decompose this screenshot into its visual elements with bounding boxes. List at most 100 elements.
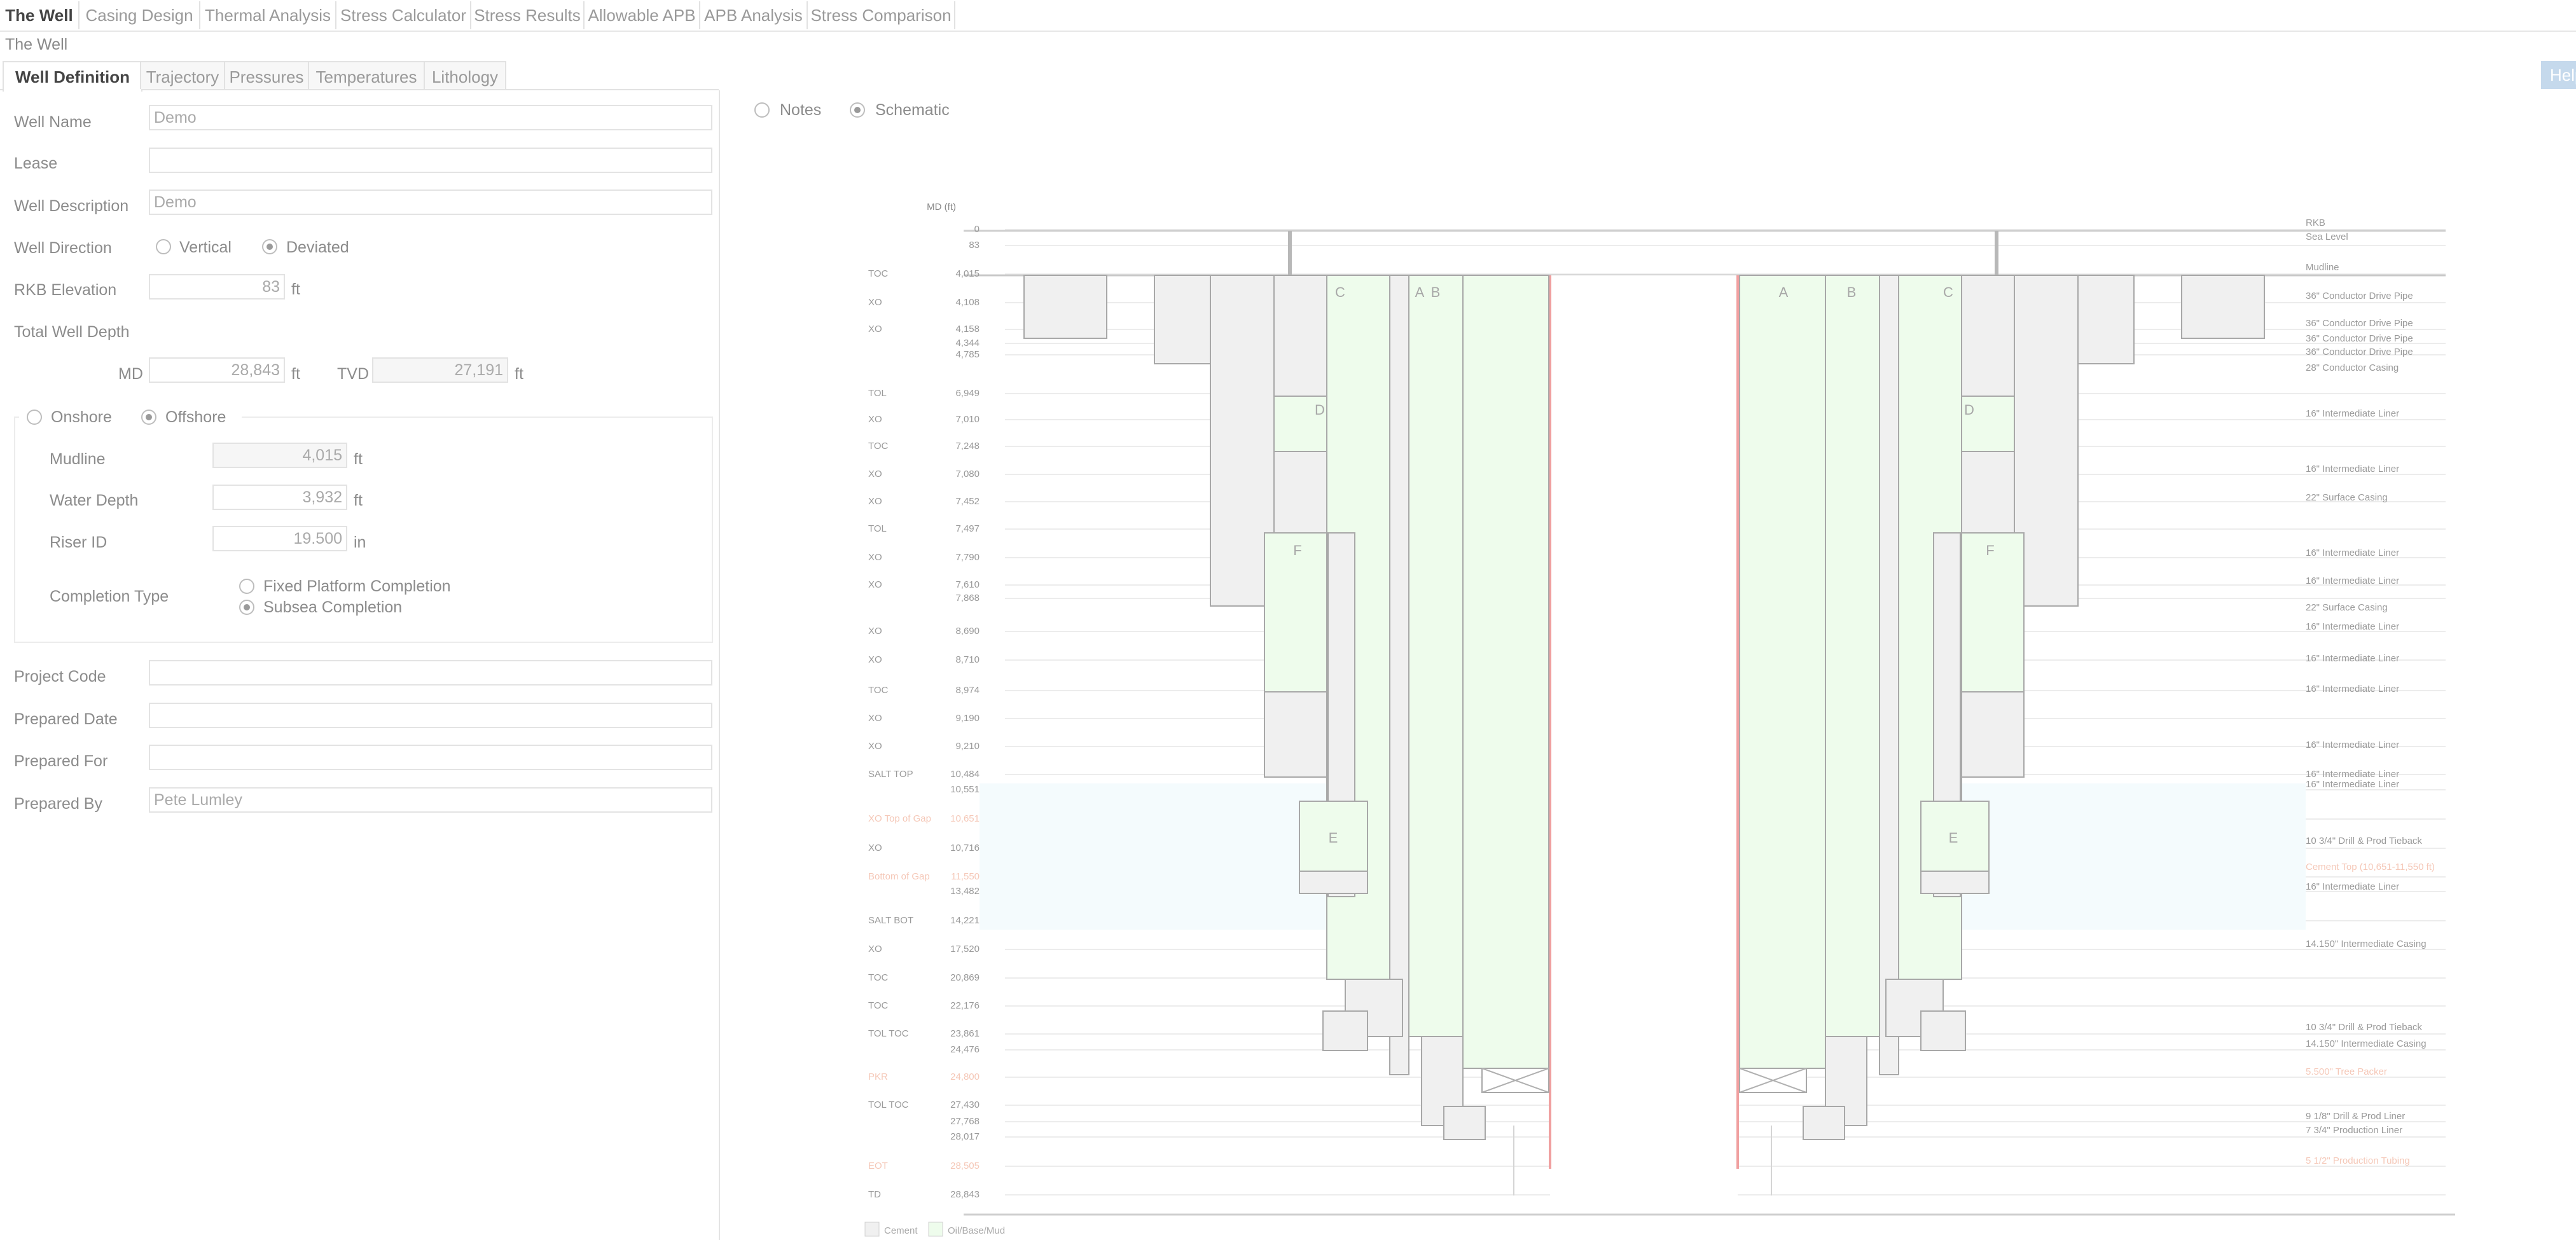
annulus-e-right: E bbox=[1949, 830, 1958, 846]
component-label: 7 3/4" Production Liner bbox=[2306, 1125, 2402, 1136]
depth-md-label: 28,843 bbox=[950, 1189, 980, 1200]
component-label: 9 1/8" Drill & Prod Liner bbox=[2306, 1111, 2405, 1122]
annulus-e-left: E bbox=[1329, 830, 1338, 846]
schematic-radio[interactable] bbox=[850, 102, 865, 118]
string-b-wall bbox=[1879, 275, 1899, 1075]
onshore-radio[interactable] bbox=[27, 410, 42, 425]
depth-md-label: 7,080 bbox=[955, 469, 980, 479]
depth-kind-label: TOL bbox=[868, 388, 887, 399]
riser-id-input[interactable]: 19.500 bbox=[212, 526, 347, 551]
depth-kind-label: EOT bbox=[868, 1161, 888, 1171]
tubing-right bbox=[1736, 275, 1739, 1169]
production-liner-shoe bbox=[1443, 1106, 1486, 1140]
well-name-input[interactable]: Demo bbox=[149, 105, 712, 130]
fixed-platform-radio[interactable] bbox=[239, 579, 254, 594]
annulus-a-left: A bbox=[1415, 284, 1425, 300]
prepared-for-input[interactable] bbox=[149, 745, 712, 770]
water-depth-input[interactable]: 3,932 bbox=[212, 485, 347, 510]
depth-kind-label: TOL bbox=[868, 523, 887, 534]
annulus-a-right: A bbox=[1779, 284, 1789, 300]
notes-radio[interactable] bbox=[754, 102, 770, 118]
tab-allowable-apb[interactable]: Allowable APB bbox=[585, 1, 700, 29]
vertical-radio[interactable] bbox=[156, 239, 171, 254]
subtab-lithology[interactable]: Lithology bbox=[424, 61, 506, 89]
string-b-wall bbox=[1389, 275, 1409, 1075]
subtab-trajectory[interactable]: Trajectory bbox=[140, 61, 225, 89]
depth-md-label: 13,482 bbox=[950, 886, 980, 897]
tab-stress-results[interactable]: Stress Results bbox=[471, 1, 585, 29]
depth-md-label: 10,551 bbox=[950, 784, 980, 795]
prepared-for-label: Prepared For bbox=[14, 752, 108, 770]
lease-input[interactable] bbox=[149, 148, 712, 173]
depth-md-label: 17,520 bbox=[950, 944, 980, 954]
completion-type-label: Completion Type bbox=[50, 588, 169, 605]
tab-the-well[interactable]: The Well bbox=[0, 1, 80, 29]
rkb-elevation-input[interactable]: 83 bbox=[149, 274, 285, 300]
depth-kind-label: SALT BOT bbox=[868, 915, 913, 926]
depth-md-label: 9,210 bbox=[955, 741, 980, 752]
depth-md-label: 22,176 bbox=[950, 1000, 980, 1011]
depth-md-label: 24,800 bbox=[950, 1071, 980, 1082]
well-schematic: 0 83 TOC 4,015 XO 4,108 XO 4,158 4,3444,785 TOL 6,… bbox=[864, 202, 2455, 1240]
project-code-input[interactable] bbox=[149, 660, 712, 685]
tvd-unit: ft bbox=[515, 365, 523, 383]
depth-md-label: 8,710 bbox=[955, 654, 980, 665]
depth-kind-label: TOC bbox=[868, 268, 889, 279]
tab-stress-calculator[interactable]: Stress Calculator bbox=[336, 1, 471, 29]
subsea-radio[interactable] bbox=[239, 600, 254, 615]
depth-md-label: 28,017 bbox=[950, 1131, 980, 1142]
legend-fluid-swatch bbox=[928, 1222, 943, 1237]
component-label: 5.500" Tree Packer bbox=[2306, 1066, 2387, 1077]
depth-kind-label: XO bbox=[868, 944, 882, 954]
mudline-label: Mudline bbox=[50, 450, 106, 468]
md-input[interactable]: 28,843 bbox=[149, 357, 285, 383]
prepared-date-input[interactable] bbox=[149, 703, 712, 728]
component-label: 14.150" Intermediate Casing bbox=[2306, 1038, 2427, 1049]
well-description-input[interactable]: Demo bbox=[149, 189, 712, 215]
liner-f bbox=[1264, 691, 1327, 778]
depth-kind-label: XO bbox=[868, 324, 882, 334]
cement-c-shoe bbox=[1322, 1010, 1368, 1051]
component-label: RKB bbox=[2306, 217, 2325, 228]
depth-md-label: 7,248 bbox=[955, 441, 980, 451]
subtab-pressures[interactable]: Pressures bbox=[224, 61, 309, 89]
offshore-radio[interactable] bbox=[141, 410, 156, 425]
subtab-well-definition[interactable]: Well Definition bbox=[3, 61, 142, 92]
location-options: Onshore Offshore bbox=[19, 407, 242, 427]
prepared-by-input[interactable]: Pete Lumley bbox=[149, 787, 712, 813]
depth-md-label: 20,869 bbox=[950, 972, 980, 983]
depth-kind-label: TOC bbox=[868, 441, 889, 451]
riser-left-wall bbox=[1288, 231, 1292, 275]
depth-kind-label: XO bbox=[868, 713, 882, 724]
notes-radio-label: Notes bbox=[780, 101, 822, 119]
depth-kind-label: Bottom of Gap bbox=[868, 871, 930, 882]
offshore-radio-label: Offshore bbox=[165, 408, 226, 426]
depth-kind-label: XO bbox=[868, 654, 882, 665]
depth-md-label: 7,452 bbox=[955, 496, 980, 507]
legend-cement-label: Cement bbox=[884, 1225, 918, 1236]
liner-e bbox=[1299, 871, 1368, 894]
component-label: 36" Conductor Drive Pipe bbox=[2306, 318, 2413, 329]
tab-apb-analysis[interactable]: APB Analysis bbox=[700, 1, 808, 29]
tab-casing-design[interactable]: Casing Design bbox=[80, 1, 200, 29]
depth-md-label: 7,610 bbox=[955, 579, 980, 590]
section-title: The Well bbox=[5, 36, 68, 53]
annulus-d-right: D bbox=[1964, 402, 1974, 418]
depth-kind-label: XO bbox=[868, 414, 882, 425]
annulus-c-right: C bbox=[1943, 284, 1953, 300]
deviated-radio[interactable] bbox=[262, 239, 277, 254]
tab-thermal-analysis[interactable]: Thermal Analysis bbox=[200, 1, 336, 29]
help-button[interactable]: Help bbox=[2541, 61, 2576, 89]
tab-stress-comparison[interactable]: Stress Comparison bbox=[808, 1, 955, 29]
component-label: 22" Surface Casing bbox=[2306, 602, 2388, 613]
main-tab-bar: The Well Casing Design Thermal Analysis … bbox=[0, 0, 2576, 32]
prepared-date-label: Prepared Date bbox=[14, 710, 118, 728]
annulus-f-right: F bbox=[1986, 542, 1994, 558]
depth-md-label: 28,505 bbox=[950, 1161, 980, 1171]
tvd-input: 27,191 bbox=[372, 357, 508, 383]
prepared-by-label: Prepared By bbox=[14, 795, 102, 813]
depth-kind-label: XO bbox=[868, 297, 882, 308]
mudline-unit: ft bbox=[354, 450, 363, 468]
subtab-temperatures[interactable]: Temperatures bbox=[308, 61, 425, 89]
depth-kind-label: TOC bbox=[868, 1000, 889, 1011]
